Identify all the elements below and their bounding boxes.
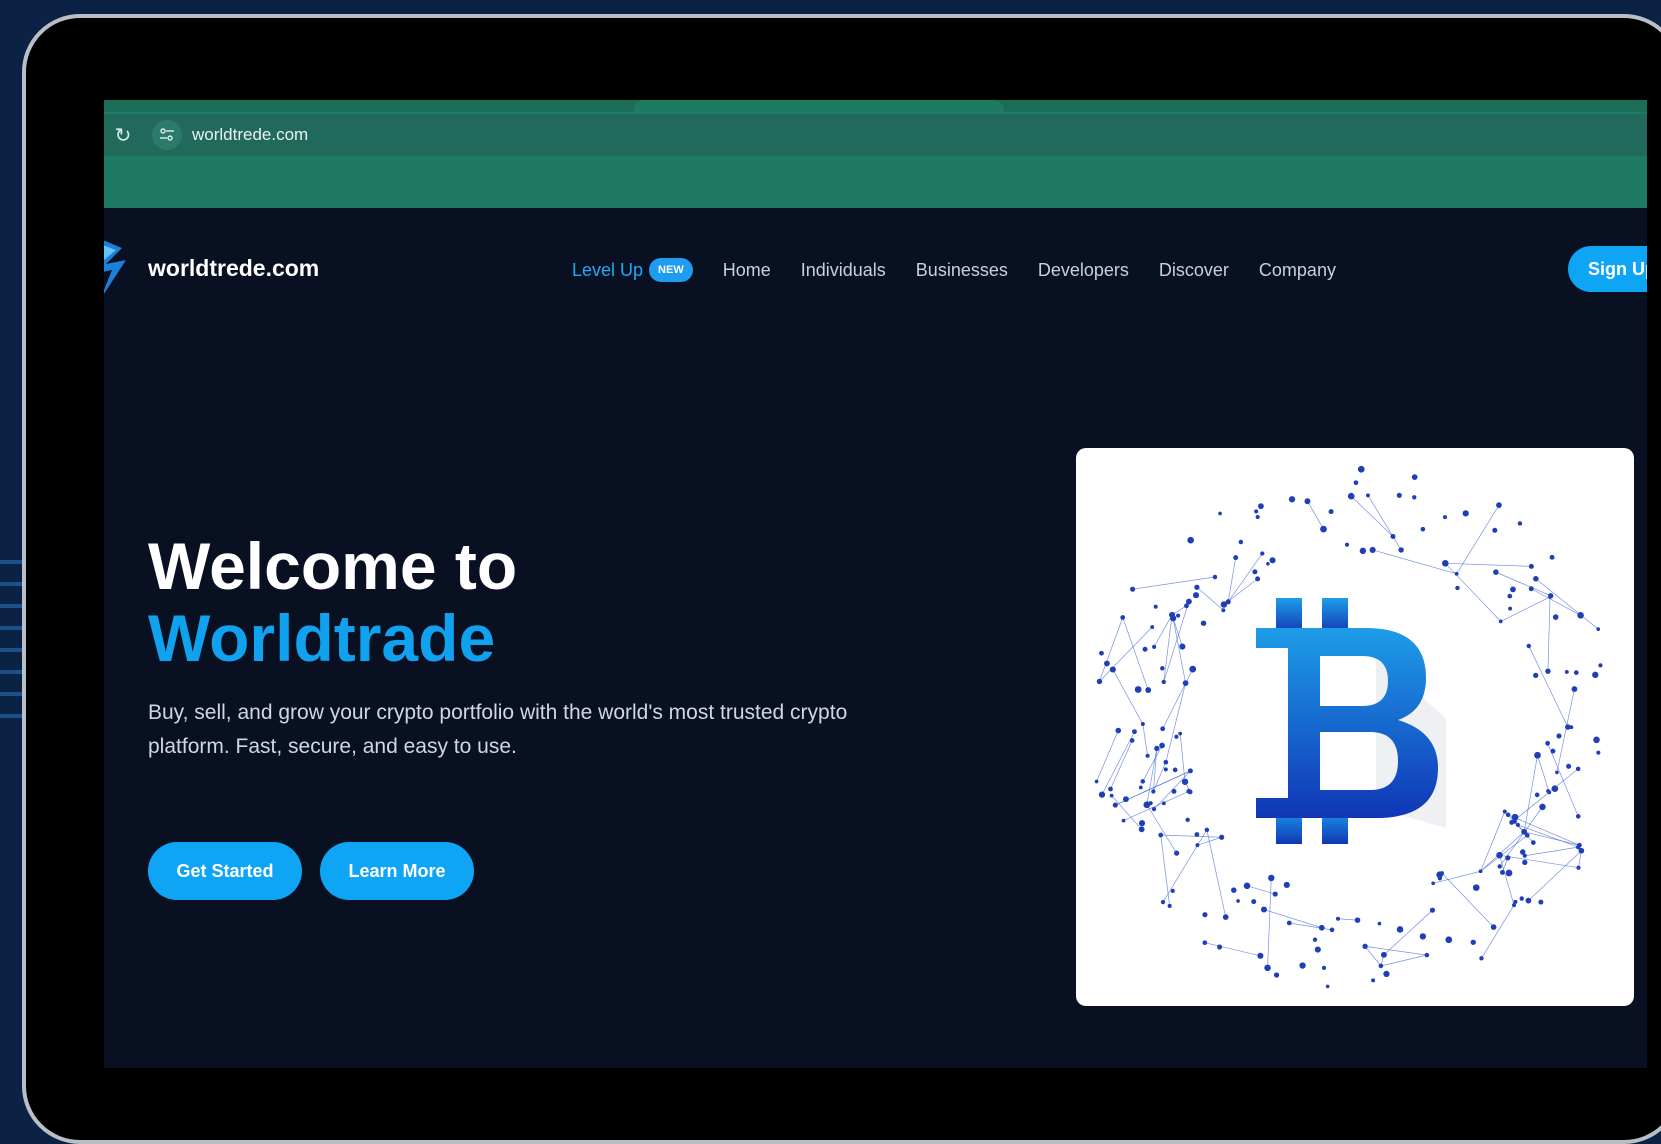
browser-window: ↻ worldtrede.com worldtrede.com Level Up… — [104, 100, 1647, 1068]
level-up-label: Level Up — [572, 259, 644, 280]
main-nav: Level Up NEW Home Individuals Businesses… — [572, 250, 1366, 290]
brand-logo-icon[interactable] — [104, 234, 134, 304]
get-started-button[interactable]: Get Started — [148, 842, 302, 900]
nav-item-businesses[interactable]: Businesses — [916, 260, 1008, 281]
browser-chrome: ↻ worldtrede.com — [104, 100, 1647, 208]
url-text[interactable]: worldtrede.com — [192, 125, 308, 145]
new-badge: NEW — [649, 258, 693, 282]
nav-item-level-up[interactable]: Level Up NEW — [572, 258, 693, 282]
brand-name[interactable]: worldtrede.com — [148, 255, 319, 282]
nav-item-home[interactable]: Home — [723, 260, 771, 281]
reload-icon[interactable]: ↻ — [108, 120, 138, 150]
hero-title-line1: Welcome to — [148, 529, 518, 603]
address-bar[interactable]: ↻ worldtrede.com — [104, 114, 1647, 156]
nav-item-discover[interactable]: Discover — [1159, 260, 1229, 281]
tab-strip — [104, 100, 1647, 112]
laptop-frame: ↻ worldtrede.com worldtrede.com Level Up… — [22, 14, 1661, 1144]
sign-up-button[interactable]: Sign Up — [1568, 246, 1647, 292]
active-tab[interactable] — [634, 100, 1004, 112]
hero-title-line2: Worldtrade — [148, 601, 496, 675]
site-info-icon[interactable] — [152, 120, 182, 150]
hero-subtitle: Buy, sell, and grow your crypto portfoli… — [148, 701, 848, 758]
learn-more-button[interactable]: Learn More — [320, 842, 474, 900]
nav-item-individuals[interactable]: Individuals — [801, 260, 886, 281]
bitcoin-network-image — [1076, 448, 1634, 1006]
nav-item-company[interactable]: Company — [1259, 260, 1336, 281]
nav-item-developers[interactable]: Developers — [1038, 260, 1129, 281]
